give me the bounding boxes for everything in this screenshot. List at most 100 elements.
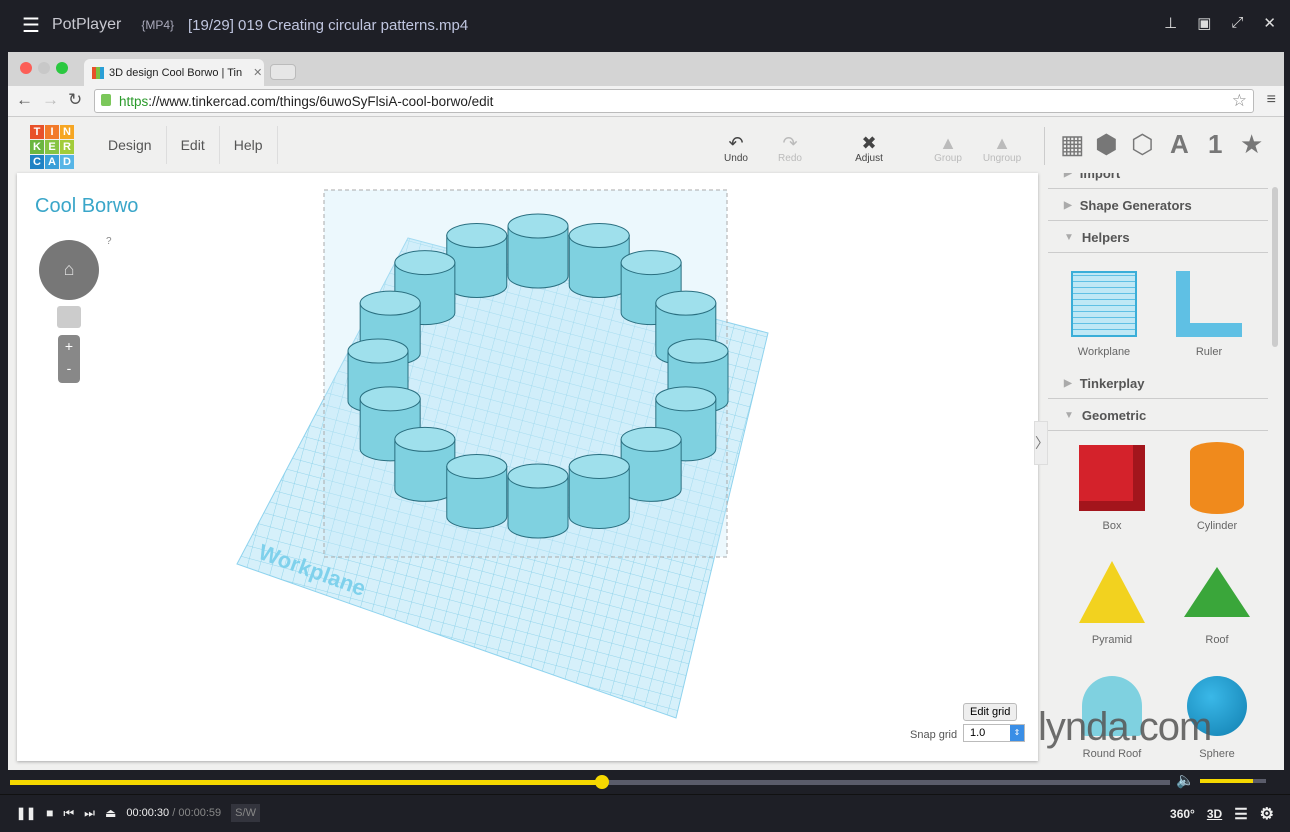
expand-icon: ▶ [1064,200,1072,211]
pin-icon[interactable]: ⊥ [1164,14,1177,32]
url-input[interactable]: https://www.tinkercad.com/things/6uwoSyF… [94,89,1254,113]
shape-label: Roof [1205,634,1229,646]
snap-grid-value: 1.0 [970,727,986,739]
3d-button[interactable]: 3D [1207,807,1222,821]
menu-edit[interactable]: Edit [167,126,220,164]
section-label: Shape Generators [1079,198,1192,213]
shape-pyramid[interactable]: Pyramid [1062,549,1162,646]
snap-grid-select[interactable]: 1.0 ⇕ [963,724,1025,742]
roof-thumbnail [1184,566,1250,617]
section-label: Import [1079,173,1121,181]
settings-gear-icon[interactable]: ⚙ [1260,804,1274,824]
section-shape-generators[interactable]: ▶ Shape Generators [1048,191,1268,221]
player-titlebar: ☰ PotPlayer {MP4} [19/29] 019 Creating c… [0,0,1290,50]
close-window-button[interactable] [20,62,32,74]
lynda-watermark: lynda.com [1038,705,1212,749]
browser-tab[interactable]: 3D design Cool Borwo | Tin ✕ [84,59,264,86]
file-title: [19/29] 019 Creating circular patterns.m… [188,16,469,34]
section-helpers[interactable]: ▼ Helpers [1048,223,1268,253]
previous-icon[interactable]: ⏮ [63,806,74,821]
seek-bar[interactable] [10,775,1170,789]
cylinder[interactable] [446,453,508,529]
ungroup-label: Ungroup [982,153,1022,164]
reload-icon[interactable]: ↻ [68,90,82,110]
shape-roof[interactable]: Roof [1167,549,1267,646]
collapse-icon: ▼ [1064,232,1074,243]
shape-cylinder[interactable]: Cylinder [1167,435,1267,532]
group-icon: ▲ [939,133,957,153]
url-scheme: https [119,93,149,109]
helper-ruler[interactable]: Ruler [1159,261,1259,358]
cube-view-icon[interactable]: ⬢ [1095,129,1118,160]
playlist-icon[interactable]: ☰ [1234,805,1247,823]
redo-label: Redo [778,153,802,164]
shape-label: Workplane [1077,346,1131,358]
wireframe-icon[interactable]: ⬡ [1131,129,1154,160]
volume-icon[interactable]: 🔈 [1176,771,1195,789]
adjust-button[interactable]: ✖ Adjust [844,133,894,164]
maximize-icon[interactable]: ▣ [1197,14,1211,32]
address-bar-row: ← → ↻ https://www.tinkercad.com/things/6… [8,86,1284,117]
pause-icon[interactable]: ❚❚ [16,806,36,820]
cylinder[interactable] [568,223,630,298]
undo-icon: ↶ [728,133,744,153]
group-button[interactable]: ▲ Group [923,133,973,164]
snap-grid-label: Snap grid [910,729,958,741]
tab-close-icon[interactable]: ✕ [253,66,262,79]
tinkercad-app: TIN KER CAD Design Edit Help ↶ Undo ↷ Redo… [8,117,1284,770]
grid-view-icon[interactable]: ▦ [1060,129,1085,160]
app-name: PotPlayer [51,16,122,33]
text-shape-icon[interactable]: A [1170,129,1189,160]
seek-handle[interactable] [594,775,609,789]
volume-slider[interactable] [1200,779,1266,783]
new-tab-button[interactable] [270,64,296,80]
next-icon[interactable]: ⏭ [84,806,95,821]
tinkercad-logo[interactable]: TIN KER CAD [30,125,74,169]
edit-grid-button[interactable]: Edit grid [963,703,1018,721]
section-import[interactable]: ▶ Import [1048,173,1268,189]
undo-button[interactable]: ↶ Undo [711,133,761,164]
shapes-panel: ▶ Import ▶ Shape Generators ▼ Helpers Workp… [1048,173,1268,770]
shape-box[interactable]: Box [1062,435,1162,532]
stop-icon[interactable]: ■ [46,806,53,820]
forward-icon[interactable]: → [42,90,59,110]
favorites-star-icon[interactable]: ★ [1240,129,1263,160]
sw-badge[interactable]: S/W [231,804,260,822]
adjust-label: Adjust [855,153,883,164]
panel-collapse-button[interactable]: 〉 [1034,421,1049,465]
panel-scrollbar[interactable] [1272,187,1278,347]
cylinder[interactable] [507,463,569,539]
cylinder[interactable] [446,223,508,298]
back-icon[interactable]: ← [16,90,33,110]
workplane-thumbnail [1071,270,1137,337]
zoom-window-button[interactable] [56,62,68,74]
seek-progress [10,780,602,785]
cylinder[interactable] [620,426,682,502]
3d-workspace[interactable]: Cool Borwo ⌂ ? + - Workplane Edit grid Sn… [17,173,1038,761]
cylinder[interactable] [568,453,630,529]
window-controls: ⊥ ▣ ⤢ ✕ [1164,14,1276,32]
pyramid-thumbnail [1079,560,1145,623]
collapse-icon: ▼ [1064,410,1074,421]
minimize-window-button[interactable] [38,62,50,74]
close-icon[interactable]: ✕ [1263,14,1276,32]
menu-icon[interactable]: ☰ [22,13,40,38]
expand-icon: ▶ [1064,378,1072,389]
browser-menu-icon[interactable]: ≡ [1267,91,1276,109]
menu-design[interactable]: Design [94,126,167,164]
360-button[interactable]: 360° [1170,807,1195,821]
section-geometric[interactable]: ▼ Geometric [1048,401,1268,431]
ungroup-button[interactable]: ▲ Ungroup [977,133,1027,164]
menu-help[interactable]: Help [220,126,278,164]
section-tinkerplay[interactable]: ▶ Tinkerplay [1048,369,1268,399]
cylinder[interactable] [394,426,456,502]
helper-workplane[interactable]: Workplane [1054,261,1154,358]
redo-button[interactable]: ↷ Redo [765,133,815,164]
eject-icon[interactable]: ⏏ [105,806,116,820]
cylinder[interactable] [507,213,569,289]
fullscreen-icon[interactable]: ⤢ [1231,14,1243,32]
number-shape-icon[interactable]: 1 [1208,129,1222,160]
select-arrows-icon: ⇕ [1010,725,1024,741]
bookmark-star-icon[interactable]: ☆ [1232,91,1247,111]
shape-label: Box [1102,520,1122,532]
